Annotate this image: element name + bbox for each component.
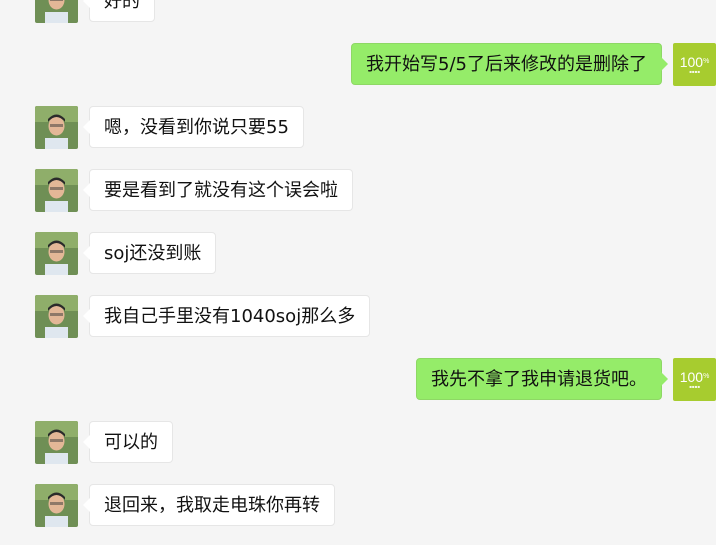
message-row: 我自己手里没有1040soj那么多 bbox=[0, 295, 716, 339]
avatar-label: 100 bbox=[679, 368, 704, 385]
avatar-decoration: ▪▪▪▪ bbox=[689, 383, 700, 389]
contact-avatar[interactable] bbox=[35, 232, 78, 275]
message-row: 我先不拿了我申请退货吧。 100% ▪▪▪▪ bbox=[0, 358, 716, 402]
message-bubble[interactable]: 要是看到了就没有这个误会啦 bbox=[83, 169, 353, 211]
message-row: 好的 bbox=[0, 0, 716, 24]
message-bubble[interactable]: 嗯，没看到你说只要55 bbox=[83, 106, 304, 148]
avatar-decoration: ▪▪▪▪ bbox=[689, 68, 700, 74]
message-row: 我开始写5/5了后来修改的是删除了 100% ▪▪▪▪ bbox=[0, 43, 716, 87]
self-avatar[interactable]: 100% ▪▪▪▪ bbox=[673, 358, 716, 401]
message-bubble[interactable]: 可以的 bbox=[83, 421, 173, 463]
message-row: soj还没到账 bbox=[0, 232, 716, 276]
message-bubble[interactable]: 我先不拿了我申请退货吧。 bbox=[416, 358, 668, 400]
contact-avatar[interactable] bbox=[35, 106, 78, 149]
message-bubble[interactable]: 我自己手里没有1040soj那么多 bbox=[82, 295, 371, 337]
contact-avatar[interactable] bbox=[35, 421, 78, 464]
message-row: 可以的 bbox=[0, 421, 716, 465]
contact-avatar[interactable] bbox=[35, 0, 78, 23]
message-row: 嗯，没看到你说只要55 bbox=[0, 106, 716, 150]
contact-avatar[interactable] bbox=[35, 169, 78, 212]
avatar-label: 100 bbox=[679, 53, 704, 70]
message-bubble[interactable]: soj还没到账 bbox=[82, 232, 217, 274]
contact-avatar[interactable] bbox=[35, 295, 78, 338]
message-bubble[interactable]: 退回来，我取走电珠你再转 bbox=[83, 484, 335, 526]
self-avatar[interactable]: 100% ▪▪▪▪ bbox=[673, 43, 716, 86]
avatar-percent: % bbox=[703, 372, 710, 380]
message-row: 要是看到了就没有这个误会啦 bbox=[0, 169, 716, 213]
message-bubble[interactable]: 好的 bbox=[83, 0, 155, 22]
contact-avatar[interactable] bbox=[35, 484, 78, 527]
chat-message-list[interactable]: 好的 我开始写5/5了后来修改的是删除了 100% ▪▪▪▪ 嗯，没看到你说只要… bbox=[0, 0, 716, 545]
message-bubble[interactable]: 我开始写5/5了后来修改的是删除了 bbox=[351, 43, 668, 85]
avatar-percent: % bbox=[703, 57, 710, 65]
message-row: 退回来，我取走电珠你再转 bbox=[0, 484, 716, 528]
